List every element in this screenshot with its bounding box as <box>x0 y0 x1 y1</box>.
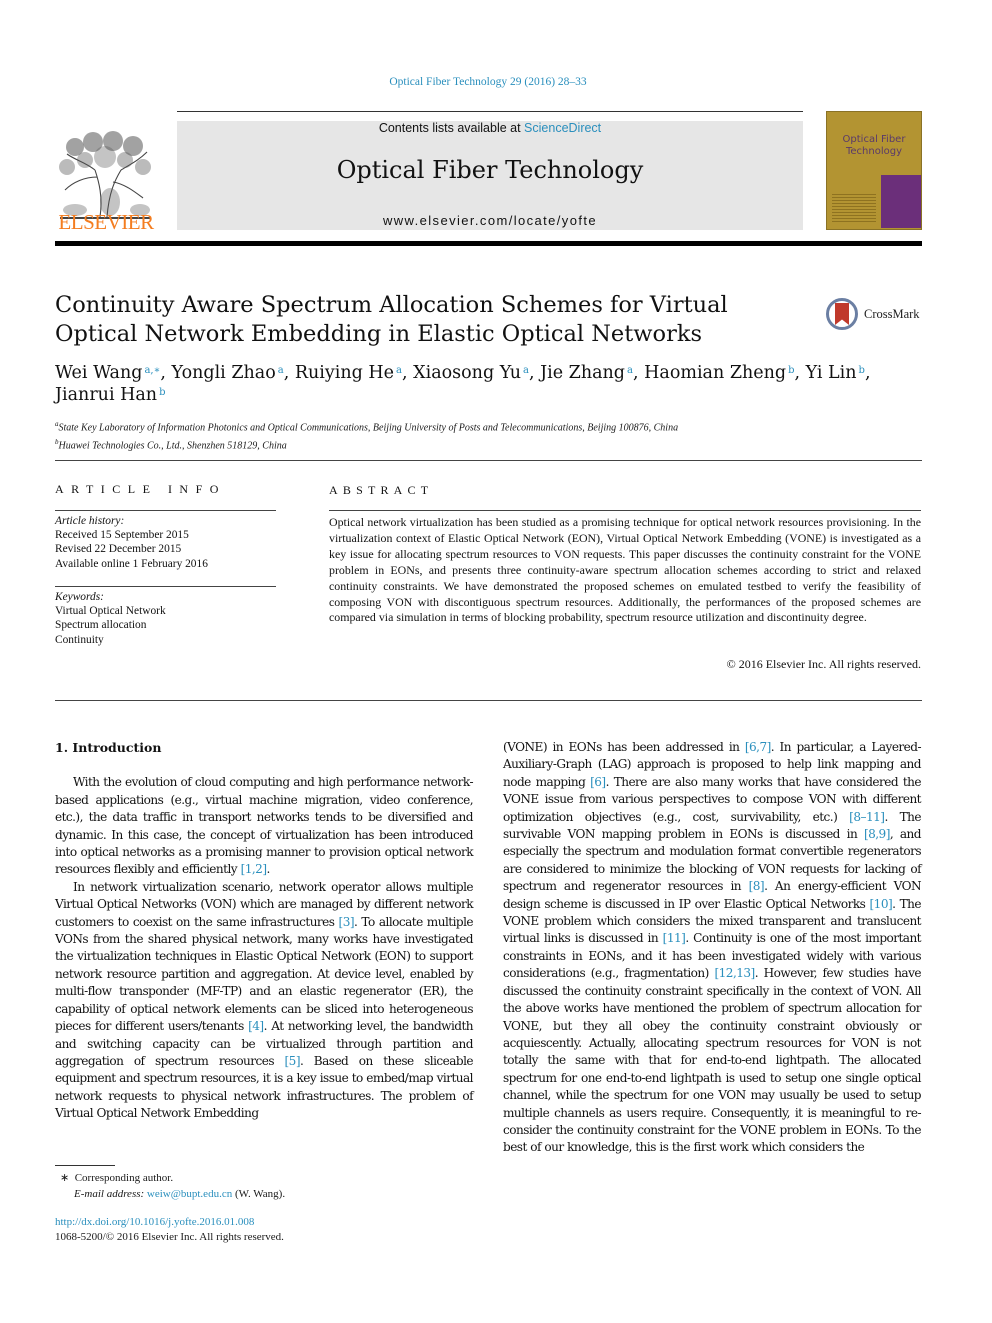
abstract-copyright: © 2016 Elsevier Inc. All rights reserved… <box>726 657 921 671</box>
citation-link[interactable]: [12,13] <box>714 966 755 980</box>
body-left-column: 1. Introduction With the evolution of cl… <box>55 739 474 1123</box>
left-paragraphs: With the evolution of cloud computing an… <box>55 774 474 1122</box>
keyword: Spectrum allocation <box>55 619 147 632</box>
crossmark-button[interactable]: CrossMark <box>826 298 936 334</box>
keywords: Keywords: Virtual Optical Network Spectr… <box>55 590 277 647</box>
history-available: Available online 1 February 2016 <box>55 557 208 570</box>
citation-link[interactable]: [4] <box>248 1019 264 1033</box>
affiliation-marker[interactable]: b <box>788 365 794 376</box>
section-heading-introduction: 1. Introduction <box>55 740 162 755</box>
author-name[interactable]: Xiaosong Yu <box>413 363 521 383</box>
keyword: Virtual Optical Network <box>55 605 166 618</box>
section-rule <box>55 700 922 701</box>
contents-available-line: Contents lists available at ScienceDirec… <box>177 121 803 135</box>
history-received: Received 15 September 2015 <box>55 529 189 542</box>
doi-link[interactable]: http://dx.doi.org/10.1016/j.yofte.2016.0… <box>55 1216 254 1228</box>
affiliation-a: aState Key Laboratory of Information Pho… <box>55 420 679 434</box>
sciencedirect-link[interactable]: ScienceDirect <box>524 121 601 135</box>
history-revised: Revised 22 December 2015 <box>55 543 182 556</box>
author-name[interactable]: Wei Wang <box>55 363 142 383</box>
cover-contents-lines <box>832 192 876 222</box>
history-label: Article history: <box>55 515 125 527</box>
author-name[interactable]: Yongli Zhao <box>172 363 276 383</box>
elsevier-wordmark: ELSEVIER <box>58 210 154 234</box>
cover-title-line1: Optical Fiber <box>842 134 906 145</box>
affiliation-marker[interactable]: b <box>859 365 865 376</box>
author-name[interactable]: Ruiying He <box>295 363 394 383</box>
section-rule <box>55 460 922 461</box>
article-history: Article history: Received 15 September 2… <box>55 514 277 571</box>
header-thick-rule <box>55 241 922 246</box>
affiliation-marker[interactable]: a <box>278 365 284 376</box>
citation-link[interactable]: [11] <box>663 931 686 945</box>
affiliations: aState Key Laboratory of Information Pho… <box>55 417 925 454</box>
abstract-heading: ABSTRACT <box>329 483 434 497</box>
body-paragraph: In network virtualization scenario, netw… <box>55 879 474 1121</box>
author-list: Wei Wang a,∗, Yongli Zhao a, Ruiying He a, … <box>55 363 871 405</box>
citation-link[interactable]: [6] <box>590 775 606 789</box>
journal-title: Optical Fiber Technology <box>336 156 644 184</box>
affiliation-marker[interactable]: a,∗ <box>144 365 160 376</box>
citation-link[interactable]: [3] <box>339 915 355 929</box>
header-rule <box>177 111 803 112</box>
journal-reference-link[interactable]: Optical Fiber Technology 29 (2016) 28–33 <box>0 76 976 88</box>
footnote-rule <box>55 1165 115 1166</box>
journal-homepage-link[interactable]: www.elsevier.com/locate/yofte <box>177 213 803 228</box>
author-name[interactable]: Jie Zhang <box>540 363 625 383</box>
cover-title-line2: Technology <box>845 146 902 157</box>
body-paragraph: (VONE) in EONs has been addressed in [6,… <box>503 740 922 1155</box>
affiliation-marker[interactable]: a <box>523 365 529 376</box>
keyword: Continuity <box>55 633 104 646</box>
paper-title: Continuity Aware Spectrum Allocation Sch… <box>55 292 728 347</box>
footnotes: ∗ Corresponding author. E-mail address: … <box>60 1170 460 1202</box>
body-right-column: (VONE) in EONs has been addressed in [6,… <box>503 739 922 1157</box>
author-name[interactable]: Haomian Zheng <box>644 363 786 383</box>
affiliation-marker[interactable]: a <box>627 365 633 376</box>
author-name[interactable]: Jianrui Han <box>55 385 157 405</box>
article-info-heading: ARTICLE INFO <box>55 482 226 496</box>
citation-link[interactable]: [6,7] <box>745 740 771 754</box>
citation-link[interactable]: [1,2] <box>241 862 267 876</box>
citation-link[interactable]: [10] <box>870 897 893 911</box>
cover-fiber-graphic <box>881 175 921 228</box>
citation-link[interactable]: [8] <box>749 879 765 893</box>
author-name[interactable]: Yi Lin <box>806 363 857 383</box>
corresponding-author-note: ∗ Corresponding author. <box>60 1172 174 1184</box>
contents-prefix: Contents lists available at <box>378 121 525 135</box>
citation-link[interactable]: [5] <box>285 1054 301 1068</box>
article-info-rule <box>55 510 276 511</box>
doi-block: http://dx.doi.org/10.1016/j.yofte.2016.0… <box>55 1215 455 1245</box>
citation-link[interactable]: [8–11] <box>849 810 885 824</box>
keywords-label: Keywords: <box>55 591 104 603</box>
body-paragraph: With the evolution of cloud computing an… <box>55 775 474 877</box>
affiliation-marker[interactable]: b <box>159 387 165 398</box>
affiliation-marker[interactable]: a <box>396 365 402 376</box>
author-email-link[interactable]: weiw@bupt.edu.cn <box>147 1188 232 1200</box>
journal-cover-image[interactable]: Optical Fiber Technology <box>826 111 922 230</box>
right-paragraphs: (VONE) in EONs has been addressed in [6,… <box>503 739 922 1157</box>
crossmark-label: CrossMark <box>864 307 920 321</box>
issn-copyright: 1068-5200/© 2016 Elsevier Inc. All right… <box>55 1231 284 1243</box>
abstract-text: Optical network virtualization has been … <box>329 515 921 625</box>
email-note: E-mail address: weiw@bupt.edu.cn (W. Wan… <box>74 1188 286 1200</box>
affiliation-b: bHuawei Technologies Co., Ltd., Shenzhen… <box>55 438 287 452</box>
citation-link[interactable]: [8,9] <box>864 827 890 841</box>
keywords-rule <box>55 586 276 587</box>
abstract-rule <box>329 510 921 511</box>
